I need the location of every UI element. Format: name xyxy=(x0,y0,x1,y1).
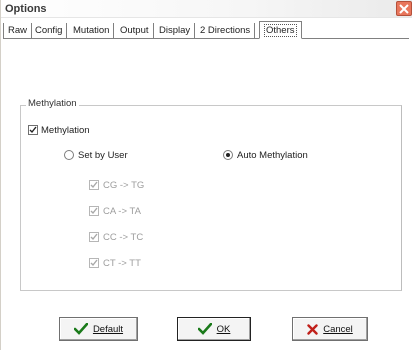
ct-tt-checkbox[interactable] xyxy=(89,258,99,268)
check-icon xyxy=(90,233,98,241)
methylation-checkbox[interactable] xyxy=(28,125,38,135)
ca-ta-label: CA -> TA xyxy=(103,206,141,217)
radio-selected-dot xyxy=(226,153,230,157)
ca-ta-checkbox[interactable] xyxy=(89,206,99,216)
cc-tc-label: CC -> TC xyxy=(103,232,144,243)
cancel-button[interactable]: Cancel xyxy=(292,317,368,341)
cg-tg-label: CG -> TG xyxy=(103,180,145,191)
methylation-group-legend: Methylation xyxy=(26,98,79,109)
tab-others[interactable]: Others xyxy=(259,21,302,39)
tab-mutation[interactable]: Mutation xyxy=(69,23,115,39)
methylation-checkbox-label: Methylation xyxy=(41,125,90,136)
tab-display[interactable]: Display xyxy=(155,23,196,39)
close-button[interactable] xyxy=(396,1,412,16)
close-icon xyxy=(399,3,409,14)
check-icon xyxy=(90,181,98,189)
checkmark-icon xyxy=(73,323,88,335)
tab-2-directions[interactable]: 2 Directions xyxy=(196,23,256,39)
cancel-button-label: Cancel xyxy=(323,323,353,335)
default-button[interactable]: Default xyxy=(59,317,138,341)
ok-button[interactable]: OK xyxy=(177,317,251,341)
default-button-label: Default xyxy=(92,323,124,335)
options-dialog: Options Raw Config Mutation Output Displ… xyxy=(0,0,412,350)
check-icon xyxy=(90,259,98,267)
auto-methylation-radio[interactable] xyxy=(223,150,233,160)
checkmark-icon xyxy=(197,323,212,335)
auto-methylation-label: Auto Methylation xyxy=(237,150,308,161)
tab-output[interactable]: Output xyxy=(116,23,154,39)
ok-button-label: OK xyxy=(216,323,231,335)
set-by-user-radio[interactable] xyxy=(64,150,74,160)
window-title: Options xyxy=(5,3,47,15)
check-icon xyxy=(90,207,98,215)
title-bar[interactable]: Options xyxy=(1,0,412,18)
tab-config[interactable]: Config xyxy=(31,23,68,39)
ct-tt-label: CT -> TT xyxy=(103,258,141,269)
set-by-user-label: Set by User xyxy=(78,150,128,161)
tab-raw[interactable]: Raw xyxy=(3,23,33,39)
check-icon xyxy=(29,126,37,134)
tab-strip: Raw Config Mutation Output Display 2 Dir… xyxy=(3,21,409,39)
cc-tc-checkbox[interactable] xyxy=(89,232,99,242)
cancel-x-icon xyxy=(307,323,318,335)
cg-tg-checkbox[interactable] xyxy=(89,180,99,190)
